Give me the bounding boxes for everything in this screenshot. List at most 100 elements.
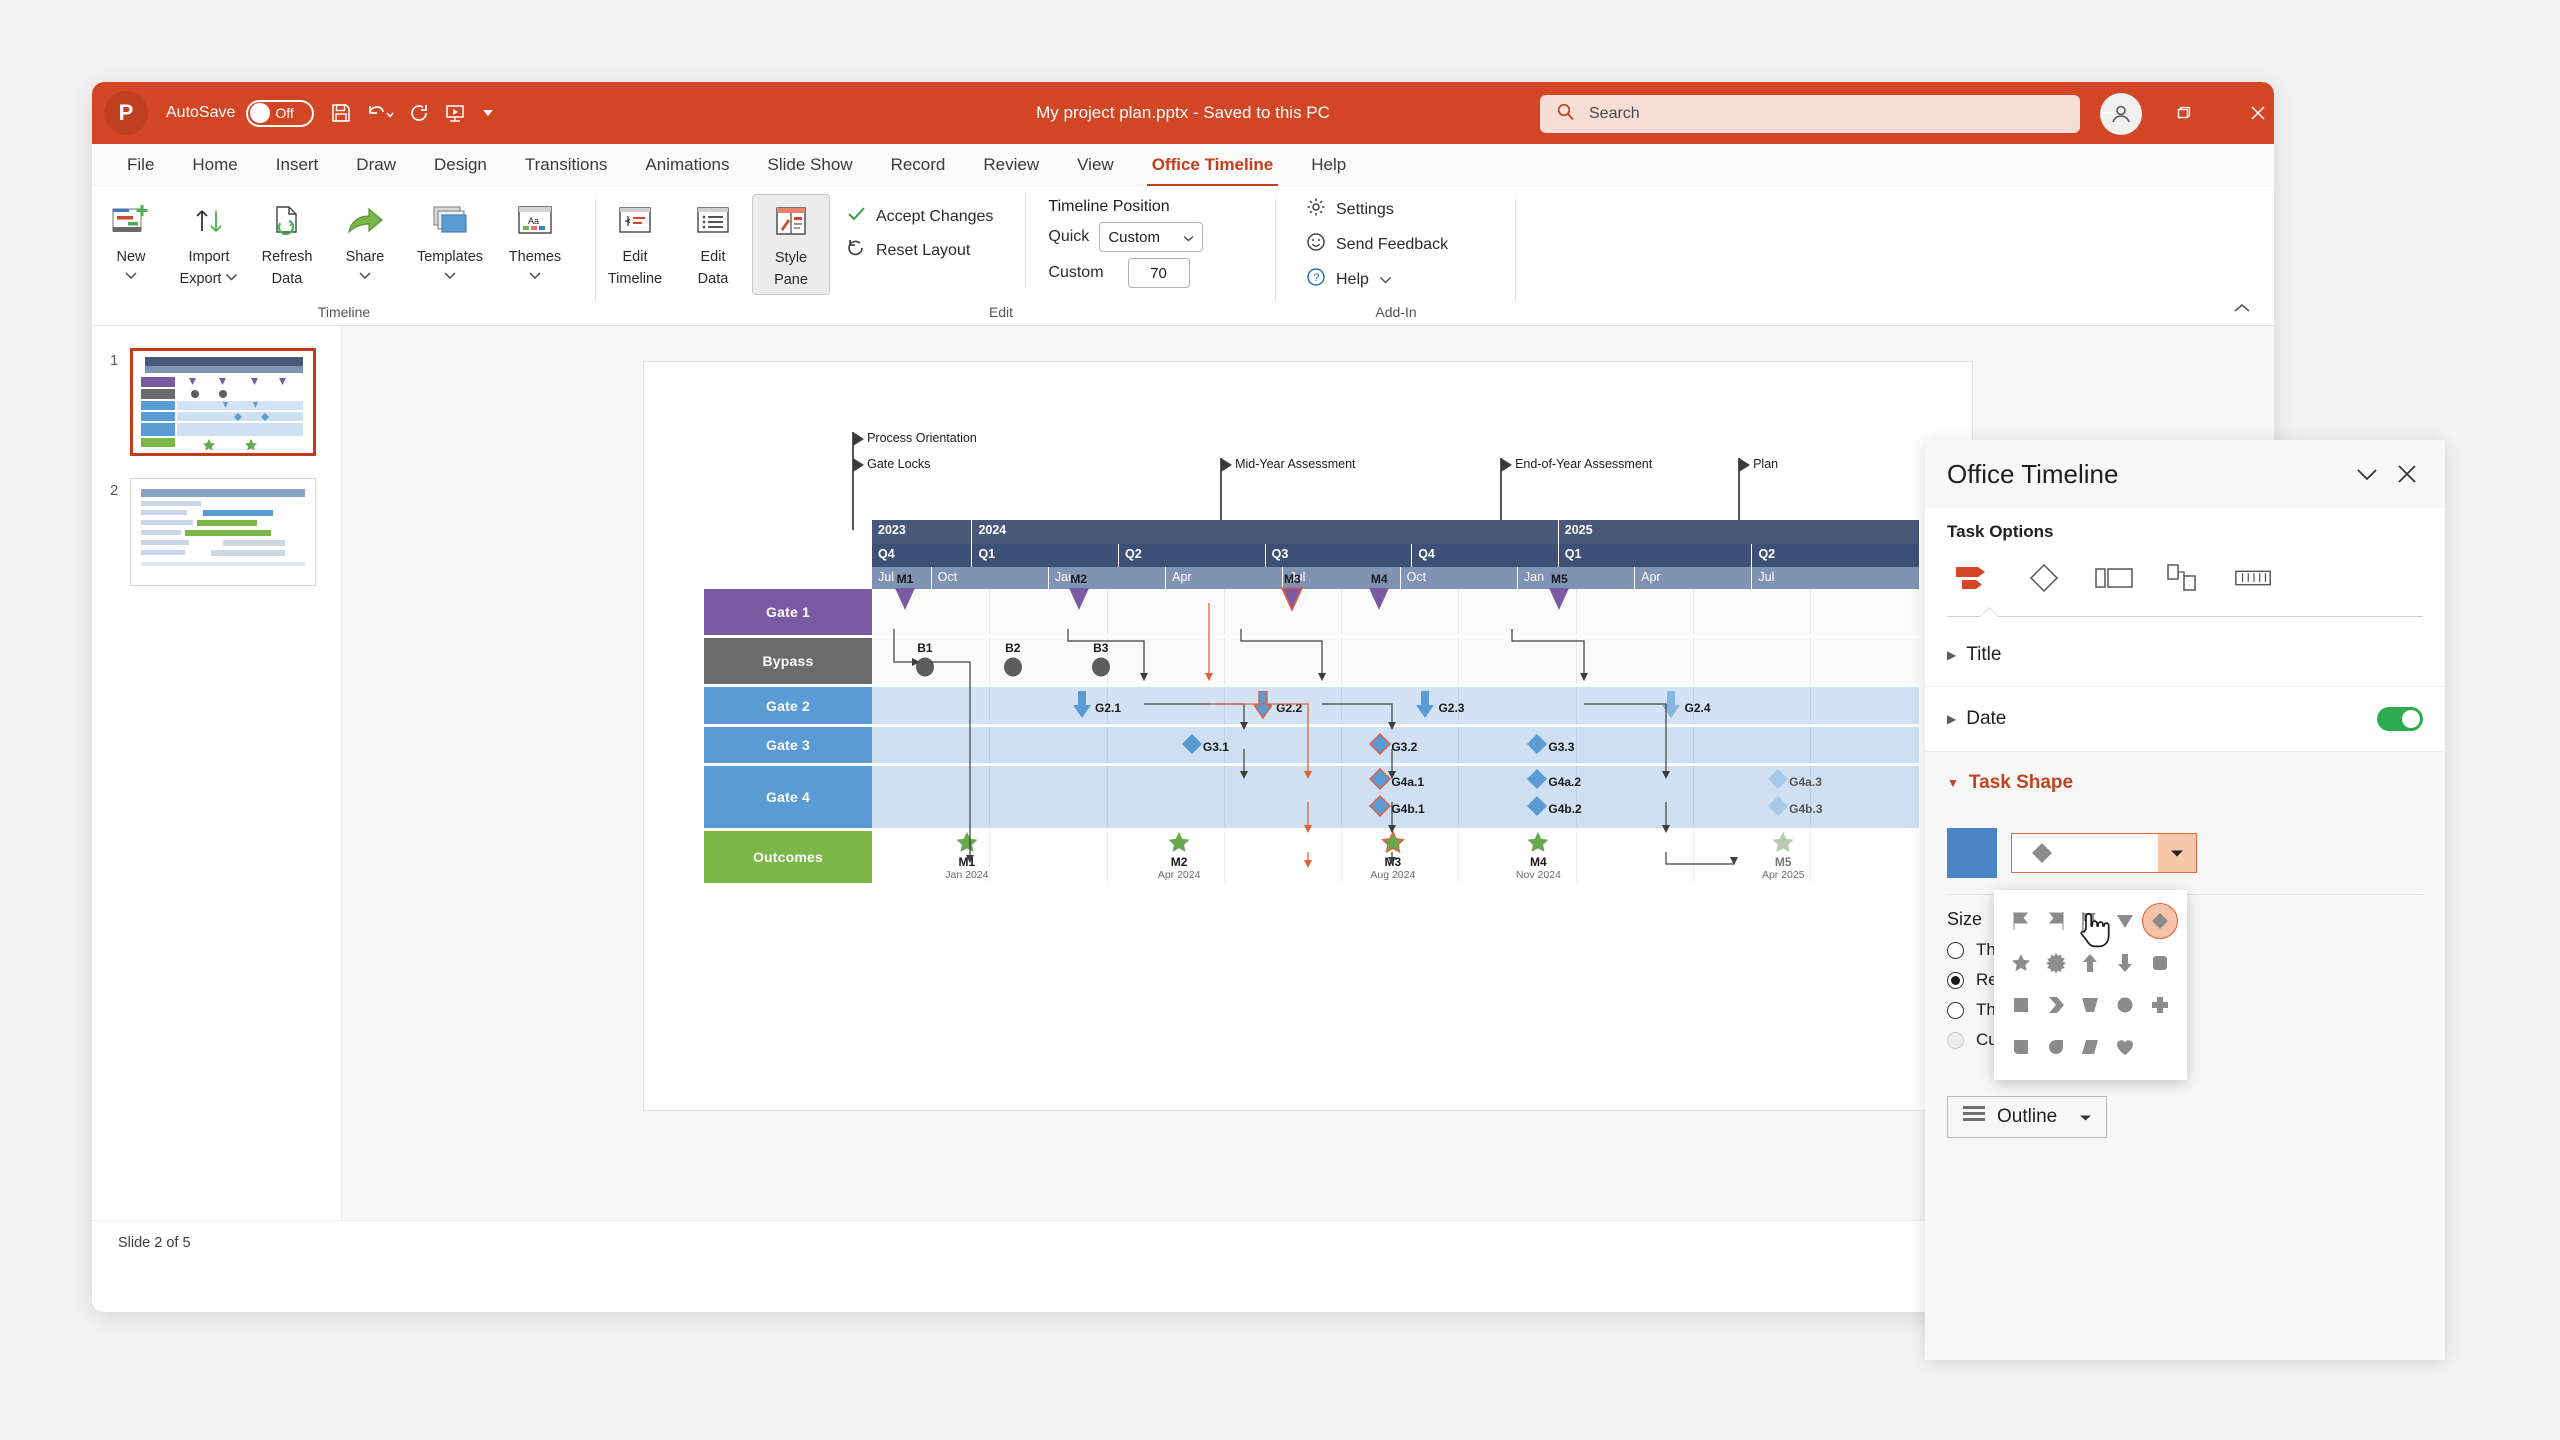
present-icon[interactable]: [444, 102, 466, 124]
shape-heart[interactable]: [2108, 1032, 2143, 1062]
milestones-tab-icon[interactable]: [2023, 558, 2065, 598]
tab-help[interactable]: Help: [1294, 151, 1363, 179]
minimize-button[interactable]: [2080, 82, 2136, 144]
chevron-down-icon[interactable]: [358, 267, 372, 285]
shape-burst[interactable]: [2039, 948, 2074, 978]
accept-changes-button[interactable]: Accept Changes: [840, 200, 999, 233]
shape-arrow-down[interactable]: [2108, 948, 2143, 978]
chevron-down-icon[interactable]: [225, 268, 238, 286]
shape-flag-left[interactable]: [2039, 906, 2074, 936]
themes-button[interactable]: Aa Themes: [496, 194, 574, 285]
outcome-m2[interactable]: M2 Apr 2024: [1158, 831, 1201, 881]
shape-rounded-corner-square[interactable]: [2004, 1032, 2039, 1062]
shape-teardrop[interactable]: [2039, 1032, 2074, 1062]
date-toggle[interactable]: [2377, 707, 2423, 731]
shape-flag-right[interactable]: [2004, 906, 2039, 936]
redo-icon[interactable]: [408, 102, 430, 124]
import-export-button[interactable]: Import Export: [170, 194, 248, 288]
thumbnail-item[interactable]: 1: [110, 348, 341, 456]
send-feedback-button[interactable]: Send Feedback: [1300, 227, 1454, 262]
shape-circle[interactable]: [2108, 990, 2143, 1020]
tab-insert[interactable]: Insert: [259, 151, 336, 179]
ruler-tab-icon[interactable]: [2233, 558, 2275, 598]
connectors-tab-icon[interactable]: [2163, 558, 2205, 598]
tab-transitions[interactable]: Transitions: [508, 151, 625, 179]
style-pane-button[interactable]: Style Pane: [752, 194, 830, 295]
chevron-down-icon[interactable]: [2347, 454, 2387, 494]
task-shape-combobox[interactable]: [2011, 833, 2197, 873]
bars-tab-icon[interactable]: [1953, 558, 1995, 598]
gate-node-g22[interactable]: G2.2: [1254, 691, 1272, 724]
chevron-down-icon[interactable]: [2079, 1106, 2092, 1128]
outcome-m4[interactable]: M4 Nov 2024: [1516, 831, 1561, 881]
gate-node-g31[interactable]: G3.1: [1181, 733, 1203, 760]
radio-thin[interactable]: [1947, 942, 1964, 959]
accordion-date[interactable]: ▶ Date: [1925, 687, 2445, 752]
lane-bypass[interactable]: Bypass B1 B: [704, 638, 1919, 684]
shape-rounded-square[interactable]: [2142, 948, 2177, 978]
chevron-down-icon[interactable]: [1379, 271, 1392, 289]
gate-node-g21[interactable]: G2.1: [1073, 691, 1091, 724]
search-input[interactable]: Search: [1540, 95, 2080, 133]
refresh-data-button[interactable]: Refresh Data: [248, 194, 326, 288]
shape-square[interactable]: [2004, 990, 2039, 1020]
tab-file[interactable]: File: [110, 151, 171, 179]
lane-gate-2[interactable]: Gate 2 G2.1: [704, 687, 1919, 724]
lane-outcomes[interactable]: Outcomes M1 Jan 2024: [704, 831, 1919, 883]
new-timeline-button[interactable]: New: [92, 194, 170, 285]
task-shape-current[interactable]: [2012, 834, 2158, 872]
edit-timeline-button[interactable]: Edit Timeline: [596, 194, 674, 288]
shape-diamond[interactable]: [2142, 906, 2177, 936]
edit-data-button[interactable]: Edit Data: [674, 194, 752, 288]
shape-trapezoid-down[interactable]: [2073, 990, 2108, 1020]
shape-star[interactable]: [2004, 948, 2039, 978]
gate-node-g4b3[interactable]: G4b.3: [1767, 795, 1789, 822]
slide-canvas[interactable]: Process Orientation Gate Locks Mid-Year …: [644, 362, 1972, 1110]
task-shape-dropdown-arrow[interactable]: [2158, 834, 2196, 872]
lane-gate-3[interactable]: Gate 3 G3.1: [704, 727, 1919, 763]
bypass-b2[interactable]: B2: [1002, 641, 1024, 677]
gate-node-g4b2[interactable]: G4b.2: [1526, 795, 1548, 822]
gate-node-g4a3[interactable]: G4a.3: [1767, 768, 1789, 795]
bypass-b1[interactable]: B1: [914, 641, 936, 677]
collapse-ribbon-button[interactable]: [2232, 301, 2252, 319]
tab-view[interactable]: View: [1060, 151, 1131, 179]
save-icon[interactable]: [330, 102, 352, 124]
thumbnail-slide-2[interactable]: [130, 478, 316, 586]
outcome-m5[interactable]: M5 Apr 2025: [1762, 831, 1805, 881]
tab-design[interactable]: Design: [417, 151, 504, 179]
task-color-swatch[interactable]: [1947, 828, 1997, 878]
settings-button[interactable]: Settings: [1300, 192, 1400, 227]
chevron-down-icon[interactable]: [443, 267, 457, 285]
timeline-graphic[interactable]: Process Orientation Gate Locks Mid-Year …: [704, 432, 1919, 992]
reset-layout-button[interactable]: Reset Layout: [840, 233, 999, 268]
tab-home[interactable]: Home: [175, 151, 254, 179]
milestone-m5[interactable]: M5: [1547, 572, 1571, 612]
share-button[interactable]: Share: [326, 194, 404, 285]
gate-node-g24[interactable]: G2.4: [1662, 691, 1680, 724]
thumbnail-slide-1[interactable]: [130, 348, 316, 456]
more-commands-icon[interactable]: [480, 105, 496, 121]
gate-node-g4a1[interactable]: G4a.1: [1369, 768, 1391, 795]
shape-parallelogram[interactable]: [2073, 1032, 2108, 1062]
tab-office-timeline[interactable]: Office Timeline: [1135, 151, 1291, 179]
radio-thick[interactable]: [1947, 1002, 1964, 1019]
outcome-m3[interactable]: M3 Aug 2024: [1370, 831, 1415, 881]
shape-cross[interactable]: [2142, 990, 2177, 1020]
milestone-m3[interactable]: M3: [1280, 572, 1304, 612]
tab-record[interactable]: Record: [874, 151, 963, 179]
undo-icon[interactable]: [366, 102, 394, 124]
autosave-toggle[interactable]: Off: [246, 100, 314, 127]
milestone-m4[interactable]: M4: [1367, 572, 1391, 612]
shape-triangle-down[interactable]: [2108, 906, 2143, 936]
tab-animations[interactable]: Animations: [628, 151, 746, 179]
chevron-down-icon[interactable]: [124, 267, 138, 285]
shape-chevron-right[interactable]: [2039, 990, 2074, 1020]
lane-gate-4[interactable]: Gate 4 G4a.1: [704, 766, 1919, 828]
milestone-m2[interactable]: M2: [1067, 572, 1091, 612]
quick-position-select[interactable]: Custom: [1099, 222, 1203, 252]
custom-position-input[interactable]: 70: [1128, 258, 1190, 288]
gate-node-g32[interactable]: G3.2: [1369, 733, 1391, 760]
chevron-down-icon[interactable]: [528, 267, 542, 285]
gate-node-g33[interactable]: G3.3: [1526, 733, 1548, 760]
